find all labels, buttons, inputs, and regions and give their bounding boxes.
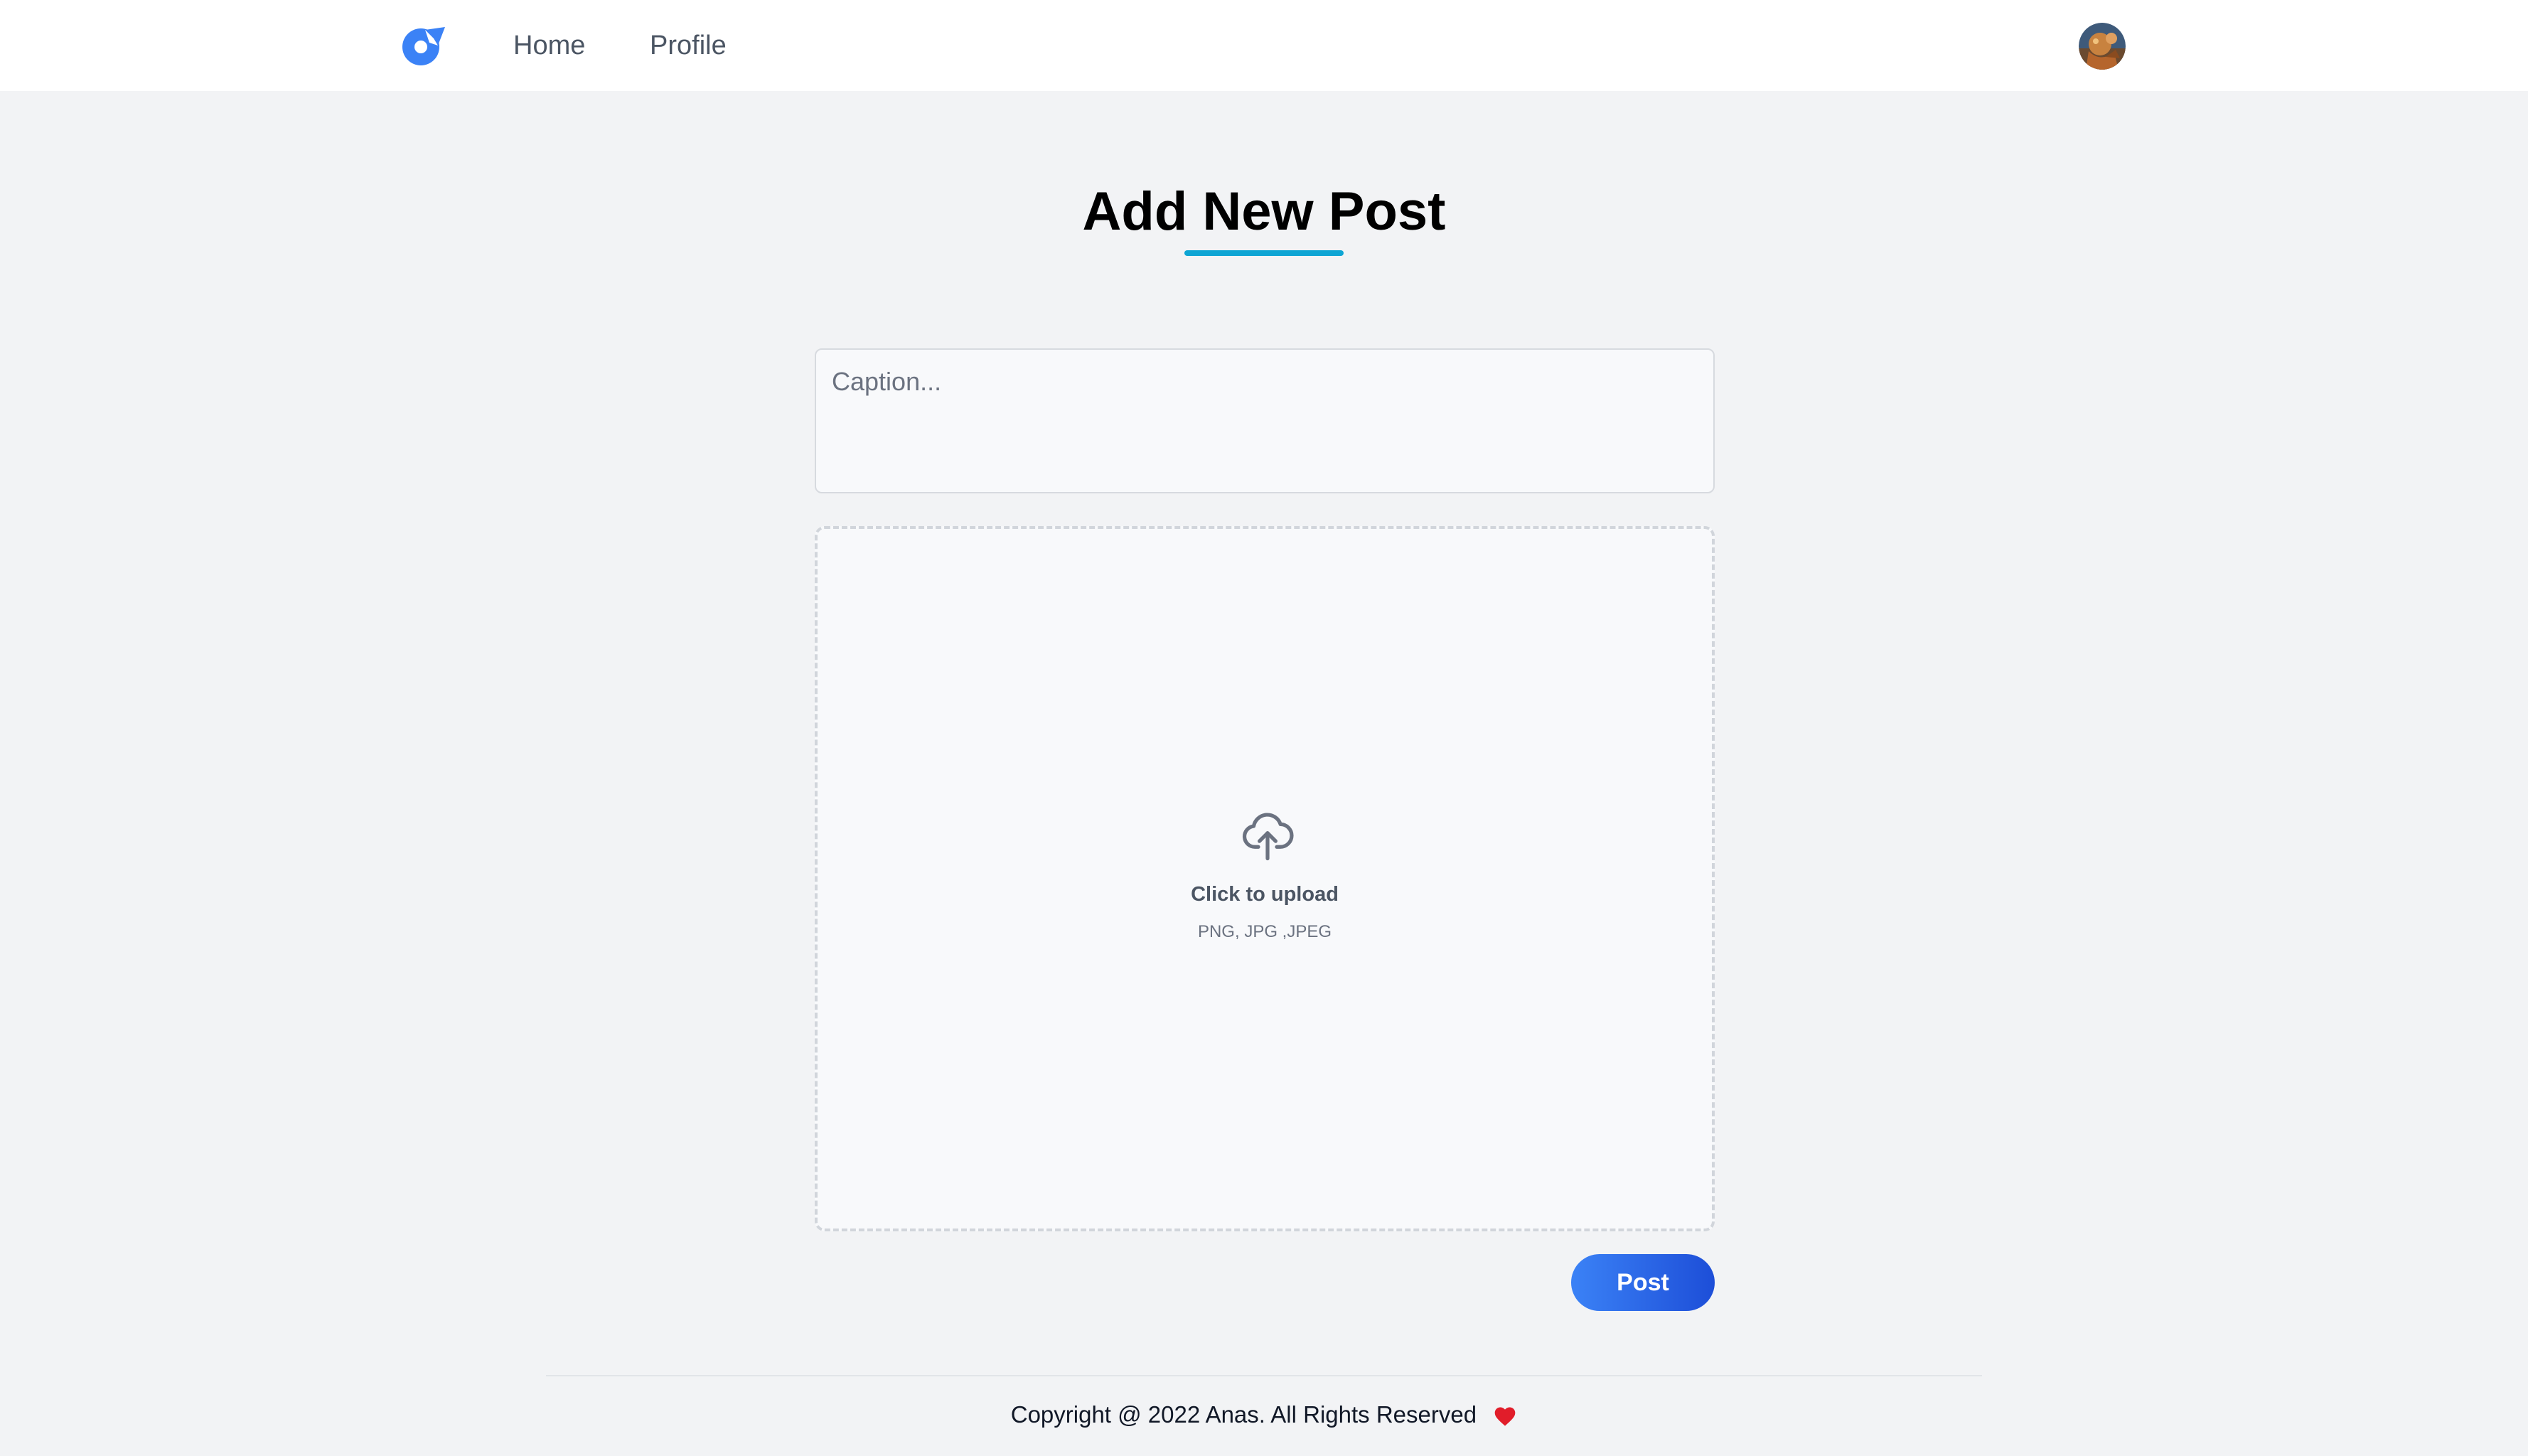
upload-title: Click to upload [1191, 883, 1339, 906]
caption-input[interactable] [815, 348, 1715, 493]
post-button[interactable]: Post [1571, 1254, 1715, 1311]
image-upload-dropzone[interactable]: Click to upload PNG, JPG ,JPEG [815, 526, 1715, 1231]
user-avatar[interactable] [2079, 23, 2126, 70]
navbar: Home Profile [0, 0, 2528, 91]
upload-formats: PNG, JPG ,JPEG [1197, 922, 1332, 941]
cloud-upload-icon [1240, 808, 1295, 863]
nav-home-link[interactable]: Home [513, 28, 585, 63]
heart-icon [1493, 1403, 1517, 1426]
footer: Copyright @ 2022 Anas. All Rights Reserv… [0, 1399, 2528, 1430]
nav-profile-link[interactable]: Profile [650, 28, 727, 63]
footer-divider [546, 1375, 1982, 1376]
page-title: Add New Post [1082, 181, 1446, 242]
title-underline [1184, 250, 1344, 256]
brand-logo-icon[interactable] [401, 24, 448, 67]
copyright-text: Copyright @ 2022 Anas. All Rights Reserv… [1010, 1401, 1477, 1428]
